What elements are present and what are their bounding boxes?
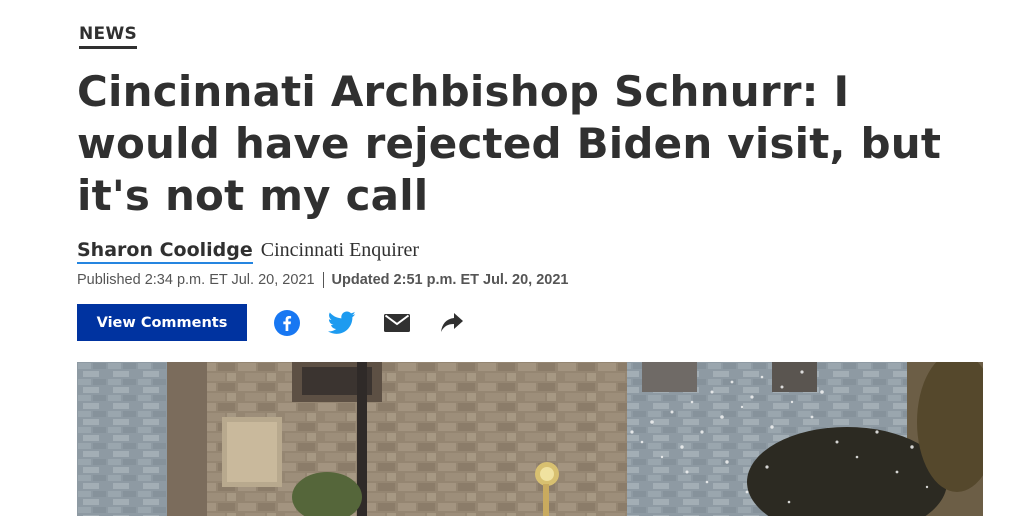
publication-name: Cincinnati Enquirer bbox=[260, 239, 420, 261]
author-link[interactable]: Sharon Coolidge bbox=[77, 238, 253, 264]
facebook-icon[interactable] bbox=[272, 308, 302, 338]
updated-date: Updated 2:51 p.m. ET Jul. 20, 2021 bbox=[331, 272, 569, 288]
published-date: Published 2:34 p.m. ET Jul. 20, 2021 bbox=[77, 272, 315, 288]
view-comments-button[interactable]: View Comments bbox=[77, 304, 247, 341]
byline: Sharon Coolidge Cincinnati Enquirer bbox=[77, 238, 419, 264]
email-icon[interactable] bbox=[382, 308, 412, 338]
share-arrow-icon[interactable] bbox=[437, 308, 467, 338]
section-label[interactable]: NEWS bbox=[79, 24, 138, 49]
hero-image bbox=[77, 362, 983, 516]
article-toolbar: View Comments bbox=[77, 304, 492, 341]
article-dates: Published 2:34 p.m. ET Jul. 20, 2021 Upd… bbox=[77, 272, 568, 288]
date-divider bbox=[322, 272, 324, 288]
article-page: NEWS Cincinnati Archbishop Schnurr: I wo… bbox=[0, 0, 1024, 516]
article-headline: Cincinnati Archbishop Schnurr: I would h… bbox=[77, 67, 942, 220]
twitter-icon[interactable] bbox=[327, 308, 357, 338]
